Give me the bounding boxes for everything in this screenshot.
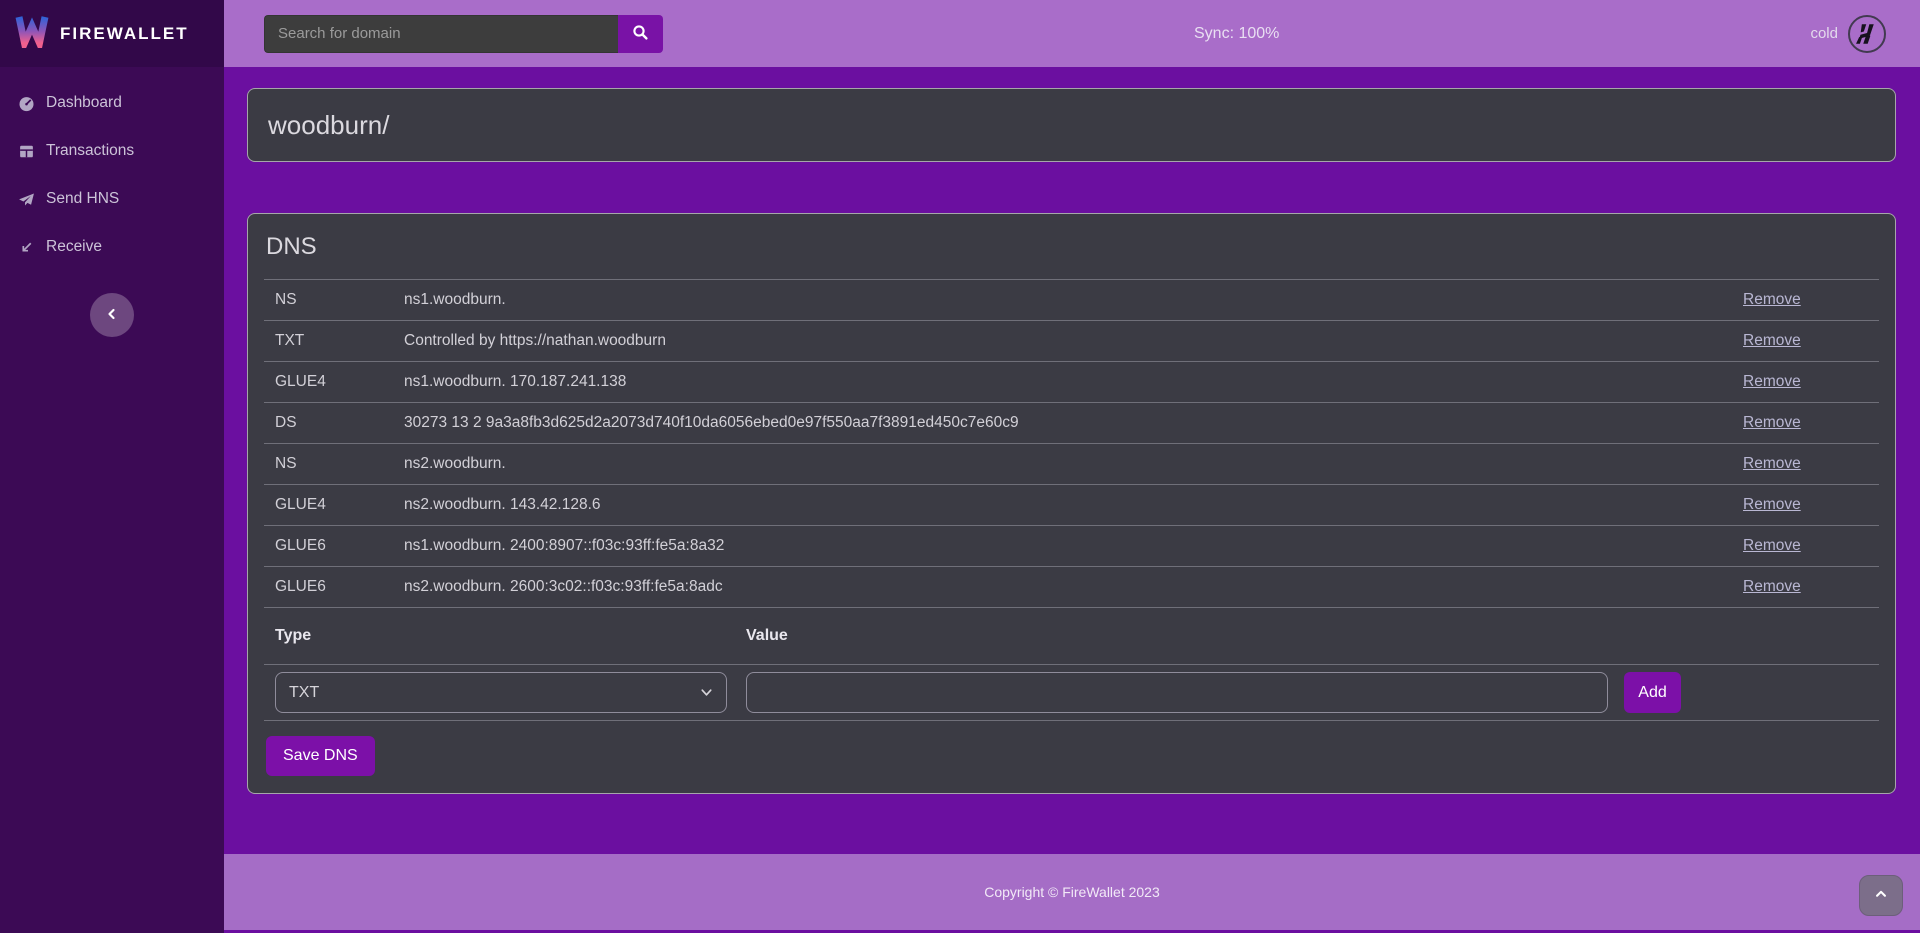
dns-record-type: NS (264, 455, 404, 473)
firewallet-logo-icon (14, 14, 50, 53)
dns-record-type: TXT (264, 332, 404, 350)
domain-card: woodburn/ (247, 88, 1896, 162)
dns-record-row: GLUE6 ns2.woodburn. 2600:3c02::f03c:93ff… (264, 567, 1879, 608)
dns-add-record-row: TXT Add (264, 665, 1879, 721)
dns-record-remove-link[interactable]: Remove (1713, 332, 1801, 349)
dns-record-row: GLUE4 ns2.woodburn. 143.42.128.6 Remove (264, 485, 1879, 526)
dns-record-value: 30273 13 2 9a3a8fb3d625d2a2073d740f10da6… (404, 414, 1713, 432)
table-icon (18, 143, 35, 160)
wallet-area[interactable]: cold (1810, 15, 1886, 53)
dns-records-table: NS ns1.woodburn. Remove TXT Controlled b… (264, 280, 1879, 608)
sidebar-nav: Dashboard Transactions Send HNS (0, 67, 224, 271)
brand-name: FIREWALLET (60, 24, 189, 44)
dns-record-type: GLUE6 (264, 537, 404, 555)
chevron-up-icon (1874, 887, 1888, 904)
record-type-select-wrap: TXT (275, 672, 727, 713)
domain-search (264, 15, 663, 53)
dns-record-remove-link[interactable]: Remove (1713, 578, 1801, 595)
dns-form-header: Type Value (264, 608, 1879, 665)
dns-record-remove-link[interactable]: Remove (1713, 496, 1801, 513)
save-dns-button[interactable]: Save DNS (266, 736, 375, 776)
dns-record-remove-link[interactable]: Remove (1713, 373, 1801, 390)
dns-record-row: GLUE4 ns1.woodburn. 170.187.241.138 Remo… (264, 362, 1879, 403)
sidebar-item-label: Send HNS (46, 190, 119, 208)
record-type-select[interactable]: TXT (275, 672, 727, 713)
footer: Copyright © FireWallet 2023 (224, 854, 1920, 930)
main-content: woodburn/ DNS NS ns1.woodburn. Remove TX… (224, 0, 1920, 854)
brand[interactable]: FIREWALLET (0, 0, 224, 67)
dns-record-value: Controlled by https://nathan.woodburn (404, 332, 1713, 350)
type-column-header: Type (275, 627, 746, 645)
dns-card-title: DNS (264, 214, 1879, 279)
dns-record-type: GLUE6 (264, 578, 404, 596)
add-record-button[interactable]: Add (1624, 672, 1681, 713)
paper-plane-icon (18, 191, 35, 208)
copyright-text: Copyright © FireWallet 2023 (984, 884, 1160, 900)
chevron-left-icon (104, 306, 120, 325)
dns-record-value: ns2.woodburn. 143.42.128.6 (404, 496, 1713, 514)
sidebar-item-send-hns[interactable]: Send HNS (0, 175, 224, 223)
domain-title: woodburn/ (268, 110, 389, 141)
sync-status: Sync: 100% (1194, 25, 1279, 43)
dns-record-remove-link[interactable]: Remove (1713, 455, 1801, 472)
dns-record-value: ns2.woodburn. (404, 455, 1713, 473)
dns-record-remove-link[interactable]: Remove (1713, 414, 1801, 431)
handshake-icon[interactable] (1848, 15, 1886, 53)
sidebar-item-label: Dashboard (46, 94, 122, 112)
wallet-name: cold (1810, 25, 1838, 42)
sidebar-item-label: Transactions (46, 142, 134, 160)
search-input[interactable] (264, 15, 618, 53)
value-column-header: Value (746, 627, 1879, 645)
dns-record-remove-link[interactable]: Remove (1713, 291, 1801, 308)
dns-record-value: ns1.woodburn. 170.187.241.138 (404, 373, 1713, 391)
gauge-icon (18, 95, 35, 112)
sidebar: FIREWALLET Dashboard Transactions (0, 0, 224, 933)
arrow-down-left-icon (18, 239, 35, 256)
dns-record-remove-link[interactable]: Remove (1713, 537, 1801, 554)
sidebar-collapse-button[interactable] (90, 293, 134, 337)
dns-record-type: GLUE4 (264, 496, 404, 514)
dns-record-type: NS (264, 291, 404, 309)
dns-record-type: GLUE4 (264, 373, 404, 391)
scroll-to-top-button[interactable] (1859, 875, 1903, 916)
sidebar-item-transactions[interactable]: Transactions (0, 127, 224, 175)
search-icon (632, 24, 649, 44)
dns-record-row: DS 30273 13 2 9a3a8fb3d625d2a2073d740f10… (264, 403, 1879, 444)
record-value-input[interactable] (746, 672, 1608, 713)
dns-record-value: ns2.woodburn. 2600:3c02::f03c:93ff:fe5a:… (404, 578, 1713, 596)
sidebar-item-label: Receive (46, 238, 102, 256)
dns-card: DNS NS ns1.woodburn. Remove TXT Controll… (247, 213, 1896, 794)
sidebar-item-receive[interactable]: Receive (0, 223, 224, 271)
dns-record-value: ns1.woodburn. 2400:8907::f03c:93ff:fe5a:… (404, 537, 1713, 555)
dns-record-row: NS ns2.woodburn. Remove (264, 444, 1879, 485)
dns-record-row: GLUE6 ns1.woodburn. 2400:8907::f03c:93ff… (264, 526, 1879, 567)
search-button[interactable] (618, 15, 663, 53)
dns-record-value: ns1.woodburn. (404, 291, 1713, 309)
topbar: Sync: 100% cold (224, 0, 1920, 67)
dns-record-row: NS ns1.woodburn. Remove (264, 280, 1879, 321)
dns-record-row: TXT Controlled by https://nathan.woodbur… (264, 321, 1879, 362)
sidebar-item-dashboard[interactable]: Dashboard (0, 79, 224, 127)
dns-record-type: DS (264, 414, 404, 432)
